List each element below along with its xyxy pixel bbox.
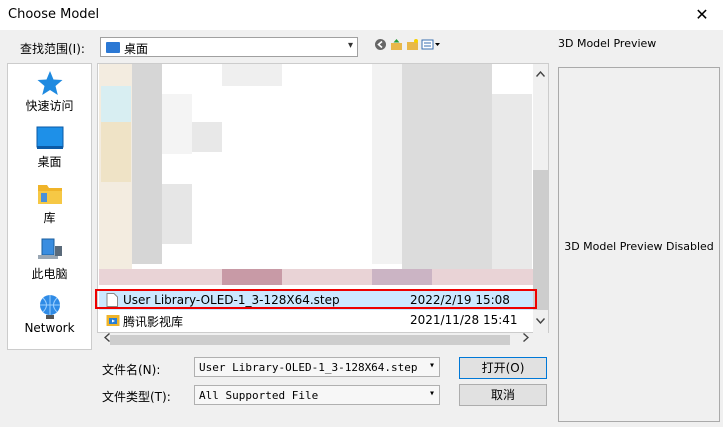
blurred-region (132, 64, 162, 264)
scroll-right-icon[interactable] (518, 332, 533, 347)
filetype-select[interactable]: All Supported File ▾ (194, 385, 440, 405)
blurred-region (99, 269, 534, 285)
blurred-region (372, 64, 402, 264)
up-folder-icon[interactable] (389, 38, 404, 53)
look-in-label: 查找范围(I): (20, 42, 85, 56)
place-label: 桌面 (37, 155, 62, 169)
filetype-value: All Supported File (199, 389, 319, 402)
back-icon[interactable] (373, 38, 388, 53)
place-label: 快速访问 (25, 99, 74, 113)
place-label: Network (24, 321, 75, 335)
preview-panel: 3D Model Preview Disabled (558, 67, 720, 422)
place-quick-access[interactable]: 快速访问 (8, 70, 91, 114)
place-this-pc[interactable]: 此电脑 (8, 238, 91, 282)
desktop-folder-icon (106, 42, 120, 53)
chevron-down-icon[interactable]: ▾ (429, 360, 435, 371)
preview-title: 3D Model Preview (558, 37, 657, 50)
open-button[interactable]: 打开(O) (459, 357, 547, 379)
table-row[interactable]: 腾讯影视库 2021/11/28 15:41 (99, 310, 535, 330)
window-title: Choose Model (8, 7, 100, 22)
video-library-icon (106, 313, 120, 327)
network-icon (36, 294, 64, 319)
horizontal-scroll-thumb[interactable] (110, 335, 510, 345)
selection-highlight (95, 289, 537, 309)
scroll-up-icon[interactable] (533, 68, 548, 83)
scroll-down-icon[interactable] (533, 315, 548, 330)
blurred-region (101, 86, 131, 122)
filetype-label: 文件类型(T): (102, 390, 171, 404)
computer-icon (36, 238, 64, 262)
blurred-region (402, 64, 492, 269)
place-label: 库 (43, 211, 56, 225)
places-bar: 快速访问 桌面 库 此电脑 Network (7, 63, 92, 350)
blurred-region (222, 64, 282, 86)
new-folder-icon[interactable] (405, 38, 420, 53)
place-library[interactable]: 库 (8, 182, 91, 226)
blurred-region (162, 94, 192, 154)
blurred-region (372, 269, 432, 285)
filename-label: 文件名(N): (102, 363, 161, 377)
title-bar (0, 0, 723, 30)
place-label: 此电脑 (31, 267, 68, 281)
blurred-region (101, 122, 131, 182)
filename-input[interactable]: User Library-OLED-1_3-128X64.step ▾ (194, 357, 440, 377)
library-icon (36, 182, 64, 206)
view-menu-icon[interactable] (420, 38, 442, 53)
chevron-down-icon[interactable]: ▾ (429, 388, 435, 399)
blurred-region (162, 184, 192, 244)
star-icon (36, 70, 64, 95)
look-in-value: 桌面 (124, 42, 149, 56)
blurred-region (192, 122, 222, 152)
file-name: 腾讯影视库 (123, 315, 184, 329)
file-date: 2021/11/28 15:41 (410, 313, 518, 327)
filename-value: User Library-OLED-1_3-128X64.step (199, 361, 418, 374)
chevron-down-icon: ▾ (347, 40, 353, 51)
cancel-button[interactable]: 取消 (459, 384, 547, 406)
place-desktop[interactable]: 桌面 (8, 126, 91, 170)
look-in-combobox[interactable]: 桌面 ▾ (100, 37, 358, 57)
desktop-icon (36, 126, 64, 150)
blurred-region (492, 94, 532, 269)
preview-status: 3D Model Preview Disabled (564, 240, 714, 253)
close-button[interactable]: ✕ (691, 4, 713, 26)
blurred-region (222, 269, 282, 285)
place-network[interactable]: Network (8, 294, 91, 335)
